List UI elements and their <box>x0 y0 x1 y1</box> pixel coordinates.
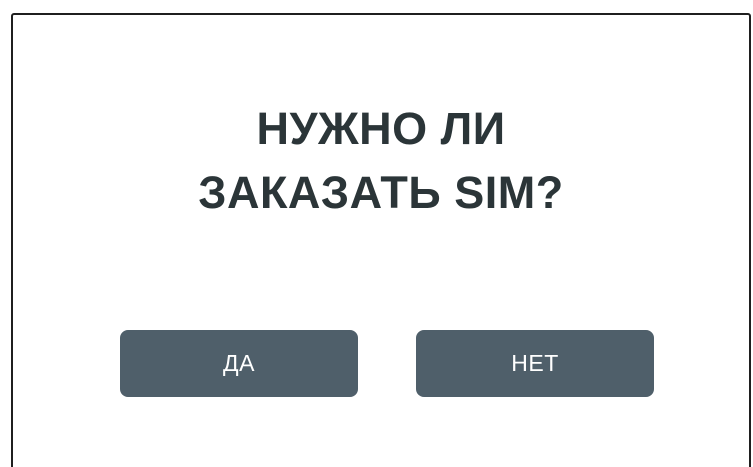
dialog-title: НУЖНО ЛИ ЗАКАЗАТЬ SIM? <box>13 97 749 225</box>
no-button[interactable]: НЕТ <box>416 330 654 397</box>
dialog-title-line-2: ЗАКАЗАТЬ SIM? <box>198 167 564 218</box>
dialog-title-line-1: НУЖНО ЛИ <box>256 103 506 154</box>
sim-order-dialog: НУЖНО ЛИ ЗАКАЗАТЬ SIM? ДА НЕТ <box>11 13 751 467</box>
yes-button[interactable]: ДА <box>120 330 358 397</box>
